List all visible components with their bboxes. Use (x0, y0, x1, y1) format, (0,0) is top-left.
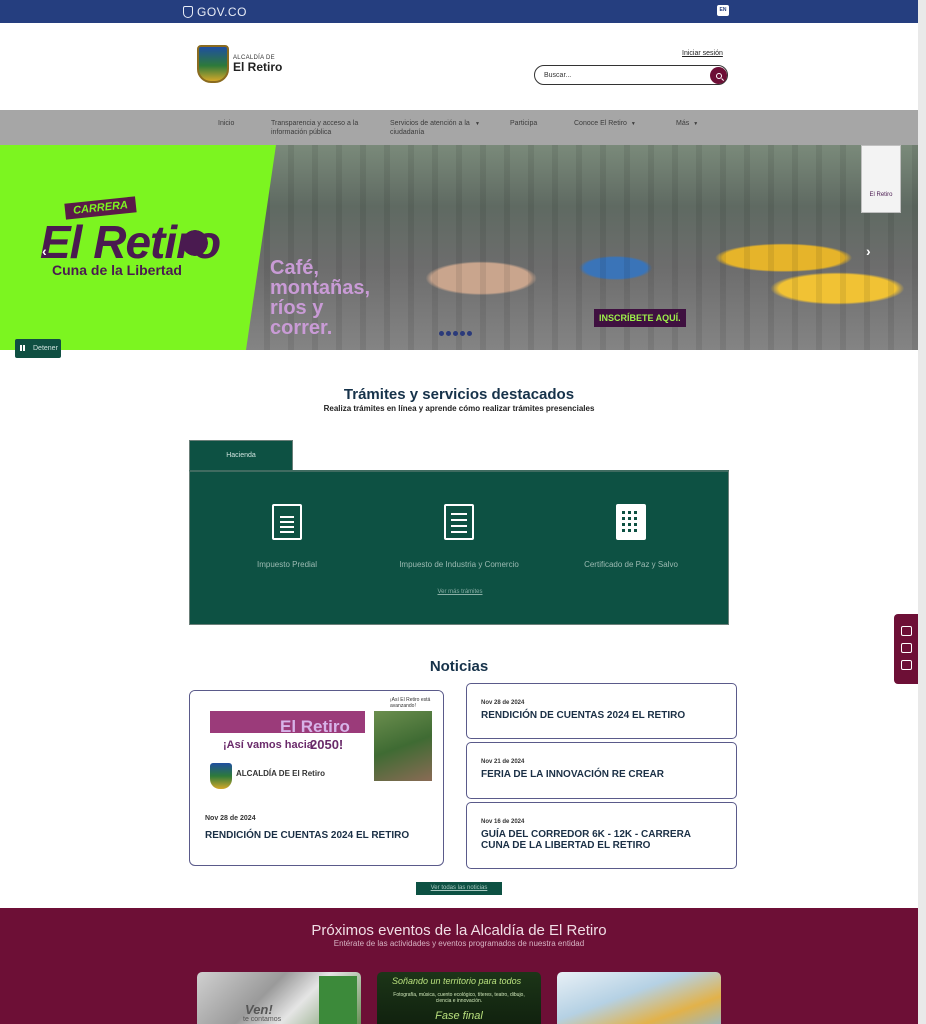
carousel-dot[interactable] (446, 331, 451, 336)
nav-item-servicios[interactable]: Servicios de atención a la ciudadanía ▼ (390, 119, 480, 137)
event-card-description: Fotografía, música, cuento ecológico, tí… (393, 992, 525, 1004)
event-card-subtitle: te contamos (243, 1016, 282, 1023)
gov-bar: GOV.CO EN (0, 0, 918, 23)
sun-icon (175, 223, 215, 263)
event-card[interactable]: Ven! te contamos (197, 972, 361, 1024)
news-image-subtitle: ¡Así vamos hacia (223, 739, 313, 751)
news-featured-card[interactable]: El Retiro ¡Así vamos hacia 2050! ALCALDÍ… (189, 690, 444, 866)
news-title-text[interactable]: RENDICIÓN DE CUENTAS 2024 EL RETIRO (481, 710, 721, 721)
search-box (534, 65, 728, 85)
text-increase-icon[interactable] (901, 643, 912, 653)
tramites-panel: Impuesto Predial Impuesto de Industria y… (189, 470, 729, 625)
news-image-logo: ALCALDÍA DE El Retiro (236, 769, 326, 778)
event-card-phase: Fase final (435, 1010, 483, 1022)
gov-brand-text: GOV.CO (197, 5, 247, 19)
carousel-prev-icon[interactable]: ‹ (42, 243, 47, 259)
site-header: ALCALDÍA DE El Retiro Iniciar sesión (0, 23, 918, 110)
event-card-badge (319, 976, 357, 1024)
event-card[interactable] (557, 972, 721, 1024)
nav-label: Transparencia y acceso a la información … (271, 120, 359, 136)
news-date: Nov 28 de 2024 (481, 700, 525, 706)
municipal-crest-icon (197, 45, 229, 83)
event-card[interactable]: Soñando un territorio para todos Fotogra… (377, 972, 541, 1024)
news-image-year: 2050! (310, 737, 344, 752)
news-date: Nov 28 de 2024 (205, 815, 256, 822)
search-icon (715, 72, 722, 79)
carousel-dot[interactable] (460, 331, 465, 336)
ledger-icon (444, 504, 474, 540)
document-icon (272, 504, 302, 540)
events-title: Próximos eventos de la Alcaldía de El Re… (311, 922, 607, 939)
tramite-label: Impuesto Predial (256, 560, 318, 569)
tramite-label: Impuesto de Industria y Comercio (399, 560, 519, 569)
nav-item-conoce[interactable]: Conoce El Retiro ▼ (574, 119, 636, 129)
tramite-industria-comercio[interactable]: Impuesto de Industria y Comercio (359, 504, 559, 569)
nav-item-mas[interactable]: Más ▼ (676, 119, 698, 129)
nav-item-transparencia[interactable]: Transparencia y acceso a la información … (271, 119, 366, 137)
news-image-title: El Retiro (280, 717, 350, 736)
carousel-next-icon[interactable]: › (866, 243, 871, 259)
news-list-item[interactable]: Nov 28 de 2024 RENDICIÓN DE CUENTAS 2024… (466, 683, 737, 739)
carousel-dot[interactable] (453, 331, 458, 336)
login-link[interactable]: Iniciar sesión (682, 50, 723, 57)
nav-label: Servicios de atención a la ciudadanía (390, 120, 470, 136)
carousel-dot[interactable] (467, 331, 472, 336)
news-image-photo (374, 711, 432, 781)
scrollbar[interactable] (918, 0, 926, 1024)
tramites-subtitle: Realiza trámites en línea y aprende cómo… (323, 404, 595, 413)
main-nav: Inicio Transparencia y acceso a la infor… (0, 110, 918, 145)
nav-item-inicio[interactable]: Inicio (218, 119, 234, 128)
chevron-down-icon: ▼ (630, 121, 636, 127)
language-button[interactable]: EN (717, 5, 729, 16)
tramite-label: Certificado de Paz y Salvo (584, 560, 678, 569)
building-icon (616, 504, 646, 540)
event-card-title: Soñando un territorio para todos (392, 976, 522, 986)
more-tramites-link[interactable]: Ver más trámites (190, 589, 730, 595)
news-list-item[interactable]: Nov 16 de 2024 GUÍA DEL CORREDOR 6K - 12… (466, 802, 737, 869)
news-title-text[interactable]: GUÍA DEL CORREDOR 6K - 12K - CARRERA CUN… (481, 829, 721, 851)
tramites-title: Trámites y servicios destacados (343, 386, 575, 403)
tramite-impuesto-predial[interactable]: Impuesto Predial (187, 504, 387, 569)
nav-label: Conoce El Retiro (574, 120, 627, 127)
carousel-dot[interactable] (439, 331, 444, 336)
events-section: Próximos eventos de la Alcaldía de El Re… (0, 908, 918, 1024)
event-card-title: Ven! (245, 1002, 273, 1017)
news-title-text[interactable]: RENDICIÓN DE CUENTAS 2024 EL RETIRO (205, 830, 409, 841)
hero-badge: El Retiro (861, 145, 901, 213)
news-list-item[interactable]: Nov 21 de 2024 FERIA DE LA INNOVACIÓN RE… (466, 742, 737, 799)
gov-co-logo[interactable]: GOV.CO (183, 5, 247, 19)
municipal-crest-icon (210, 763, 232, 789)
hero-slogan: Café, montañas, ríos y correr. (270, 257, 371, 339)
nav-label: Inicio (218, 120, 235, 127)
all-news-button[interactable]: Ver todas las noticias (416, 882, 502, 895)
news-title: Noticias (429, 658, 489, 675)
nav-label: Participa (510, 120, 538, 127)
chevron-down-icon: ▼ (475, 121, 480, 127)
tab-hacienda[interactable]: Hacienda (189, 440, 293, 470)
news-image-corner-text: ¡Así El Retiro está avanzando! (390, 697, 431, 709)
search-button[interactable] (710, 67, 727, 84)
carousel-pause-button[interactable]: Detener (15, 339, 61, 358)
contrast-icon[interactable] (901, 626, 912, 636)
events-subtitle: Entérate de las actividades y eventos pr… (333, 939, 585, 948)
nav-item-participa[interactable]: Participa (510, 119, 537, 128)
news-date: Nov 16 de 2024 (481, 819, 525, 825)
carousel-dots (439, 331, 472, 336)
gov-shield-icon (183, 6, 193, 18)
hero-subtitle: Cuna de la Libertad (52, 262, 182, 278)
tramite-paz-salvo[interactable]: Certificado de Paz y Salvo (531, 504, 731, 569)
chevron-down-icon: ▼ (693, 121, 699, 127)
alcaldia-logo[interactable]: ALCALDÍA DE El Retiro (197, 45, 282, 83)
search-input[interactable] (544, 69, 704, 82)
hero-register-button[interactable]: INSCRÍBETE AQUÍ. (594, 309, 686, 327)
nav-label: Más (676, 120, 690, 127)
news-featured-image: El Retiro ¡Así vamos hacia 2050! ALCALDÍ… (190, 691, 443, 799)
hero-carousel[interactable]: CARRERA El Retiro Cuna de la Libertad Ca… (0, 145, 918, 350)
logo-line2: El Retiro (233, 60, 283, 74)
news-title-text[interactable]: FERIA DE LA INNOVACIÓN RE CREAR (481, 769, 721, 780)
news-date: Nov 21 de 2024 (481, 759, 525, 765)
